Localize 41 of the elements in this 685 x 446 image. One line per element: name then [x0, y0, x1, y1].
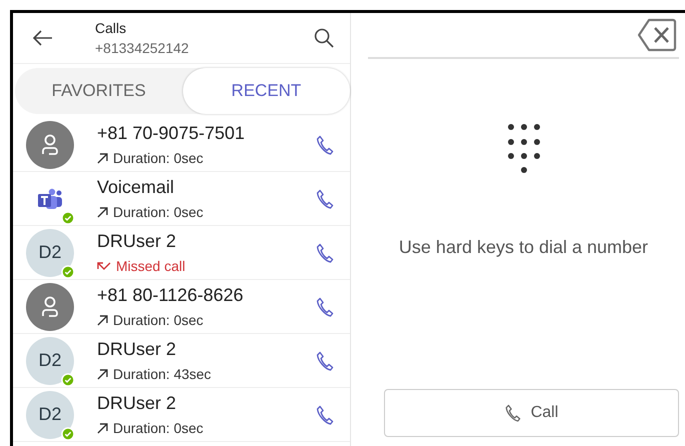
- caller-name: +81 70-9075-7501: [97, 123, 246, 144]
- phone-icon[interactable]: [316, 296, 334, 316]
- outgoing-arrow-icon: [97, 152, 108, 164]
- call-detail: Duration: 43sec: [113, 366, 212, 382]
- caller-name: DRUser 2: [97, 393, 178, 414]
- tab[interactable]: RECENT: [182, 68, 350, 114]
- phone-icon[interactable]: [316, 134, 334, 154]
- person-icon: [40, 296, 60, 318]
- dial-hint: Use hard keys to dial a number: [398, 237, 648, 258]
- missed-call-icon: [97, 261, 111, 271]
- back-icon[interactable]: [33, 30, 53, 46]
- header-subtitle: +81334252142: [95, 40, 190, 56]
- phone-icon[interactable]: [316, 350, 334, 370]
- call-detail: Duration: 0sec: [113, 312, 204, 328]
- backspace-icon[interactable]: [637, 18, 677, 52]
- header-title: Calls: [95, 20, 128, 36]
- caller-name: +81 80-1126-8626: [97, 285, 244, 306]
- caller-name: DRUser 2: [97, 231, 178, 252]
- outgoing-arrow-icon: [97, 422, 108, 434]
- tab[interactable]: FAVORITES: [15, 68, 182, 114]
- phone-icon[interactable]: [316, 242, 334, 262]
- outgoing-arrow-icon: [97, 206, 108, 218]
- call-button[interactable]: Call: [384, 389, 679, 437]
- call-detail: Missed call: [116, 258, 186, 274]
- initials-avatar: D2: [26, 390, 74, 438]
- phone-icon[interactable]: [316, 188, 334, 208]
- outgoing-arrow-icon: [97, 314, 108, 326]
- dialpad-icon: [506, 123, 540, 173]
- call-detail: Duration: 0sec: [113, 150, 204, 166]
- call-detail: Duration: 0sec: [113, 204, 204, 220]
- caller-name: DRUser 2: [97, 339, 178, 360]
- phone-icon[interactable]: [316, 404, 334, 424]
- initials-avatar: D2: [26, 336, 74, 384]
- search-icon[interactable]: [314, 28, 334, 48]
- caller-name: Voicemail: [97, 177, 176, 198]
- outgoing-arrow-icon: [97, 368, 108, 380]
- person-icon: [40, 134, 60, 156]
- call-detail: Duration: 0sec: [113, 420, 204, 436]
- teams-logo-icon: [37, 188, 63, 210]
- phone-icon: [504, 404, 521, 422]
- initials-avatar: D2: [26, 228, 74, 276]
